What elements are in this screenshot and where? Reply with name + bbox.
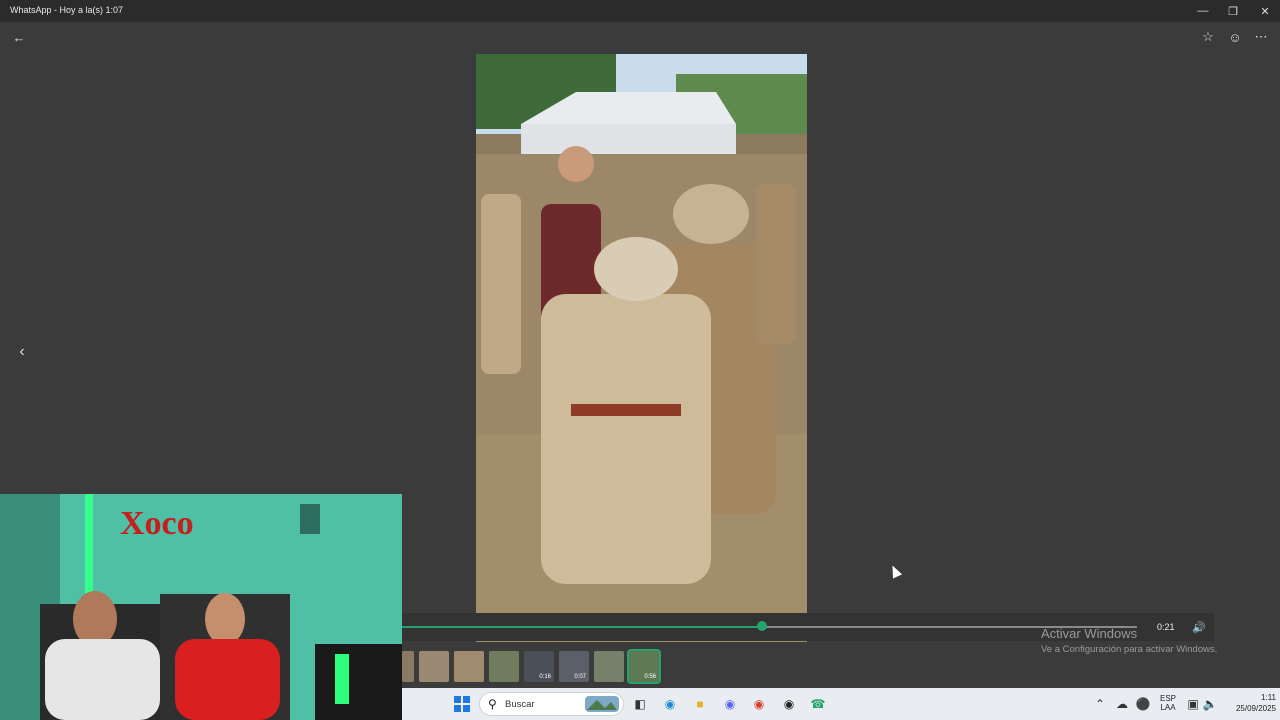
activation-title: Activar Windows xyxy=(1041,626,1138,641)
video-frame[interactable] xyxy=(476,54,807,642)
thumbnail-item[interactable]: 0:16 xyxy=(524,651,554,682)
discord-button[interactable]: ◉ xyxy=(720,694,740,714)
star-icon: ☆ xyxy=(1202,29,1214,44)
clock-date: 25/09/2025 xyxy=(1235,704,1276,713)
close-button[interactable]: ✕ xyxy=(1250,0,1280,22)
folder-icon: ■ xyxy=(696,697,704,711)
network-icon: ▣ xyxy=(1187,697,1199,711)
restore-button[interactable]: ❐ xyxy=(1218,0,1248,22)
discord-icon: ◉ xyxy=(724,697,736,711)
volume-tray-button[interactable]: 🔈 xyxy=(1200,694,1220,714)
webcam-overlay: Xoco xyxy=(0,494,402,720)
app-icon: ◉ xyxy=(783,697,795,711)
video-scene-image xyxy=(476,54,807,642)
progress-handle[interactable] xyxy=(757,621,767,631)
minimize-button[interactable]: — xyxy=(1188,0,1218,22)
progress-fill xyxy=(402,626,762,628)
task-view-icon: ◧ xyxy=(634,697,646,711)
language-code: ESP xyxy=(1160,694,1177,703)
app-button[interactable]: ◉ xyxy=(779,694,799,714)
windows-logo-icon xyxy=(454,696,470,712)
svg-text:Xoco: Xoco xyxy=(120,505,194,542)
restore-icon: ❐ xyxy=(1228,5,1238,18)
cloud-icon: ☁ xyxy=(1116,697,1128,711)
chevron-left-icon: ‹ xyxy=(19,343,25,360)
show-hidden-icons-button[interactable]: ⌃ xyxy=(1090,694,1110,714)
thumbnail-item-selected[interactable]: 0:56 xyxy=(627,649,661,684)
clock-time: 1:11 xyxy=(1261,693,1276,702)
clock[interactable]: 1:11 25/09/2025 xyxy=(1224,693,1276,713)
arrow-left-icon: ← xyxy=(12,29,26,45)
windows-activation-watermark: Activar Windows Ve a Configuración para … xyxy=(1041,626,1217,655)
thumbnail-item[interactable] xyxy=(419,651,449,682)
task-view-button[interactable]: ◧ xyxy=(630,694,650,714)
star-button[interactable]: ☆ xyxy=(1197,28,1219,46)
more-options-button[interactable]: ⋯ xyxy=(1250,28,1272,46)
start-button[interactable] xyxy=(452,694,472,714)
thumbnail-item[interactable] xyxy=(489,651,519,682)
webcam-scene-image: Xoco xyxy=(0,494,402,720)
edge-icon: ◉ xyxy=(664,697,676,711)
more-icon: ⋯ xyxy=(1254,29,1268,44)
title-bar: WhatsApp - Hoy a la(s) 1:07 — ❐ ✕ xyxy=(0,0,1280,22)
search-highlight-image xyxy=(585,696,619,712)
microphone-button[interactable]: ⚫ xyxy=(1133,694,1153,714)
minimize-icon: — xyxy=(1197,5,1209,17)
search-placeholder: Buscar xyxy=(505,699,535,710)
taskbar-search-input[interactable]: ⚲ Buscar xyxy=(479,692,624,716)
search-icon: ⚲ xyxy=(488,697,497,711)
chrome-button[interactable]: ◉ xyxy=(749,694,769,714)
chevron-up-icon: ⌃ xyxy=(1094,697,1106,711)
thumbnail-item[interactable]: 0:07 xyxy=(559,651,589,682)
microphone-icon: ⚫ xyxy=(1135,697,1151,711)
file-explorer-button[interactable]: ■ xyxy=(690,694,710,714)
close-icon: ✕ xyxy=(1260,5,1270,18)
onedrive-button[interactable]: ☁ xyxy=(1112,694,1132,714)
media-thumbnail-strip: 0:16 0:07 0:56 xyxy=(402,649,661,684)
language-indicator[interactable]: ESP LAA xyxy=(1160,694,1176,712)
windows-taskbar: ⚲ Buscar ◧ ◉ ■ ◉ ◉ ◉ ☎ ⌃ ☁ ⚫ ESP LAA ▣ 🔈… xyxy=(402,688,1280,720)
activation-subtitle: Ve a Configuración para activar Windows. xyxy=(1041,644,1218,655)
keyboard-layout: LAA xyxy=(1160,703,1176,712)
emoji-icon: ☺ xyxy=(1228,29,1242,45)
window-title: WhatsApp - Hoy a la(s) 1:07 xyxy=(10,5,124,15)
whatsapp-icon: ☎ xyxy=(810,697,826,711)
thumbnail-item[interactable] xyxy=(454,651,484,682)
react-button[interactable]: ☺ xyxy=(1224,28,1246,46)
thumbnail-item[interactable] xyxy=(402,651,414,682)
edge-button[interactable]: ◉ xyxy=(660,694,680,714)
speaker-icon: 🔈 xyxy=(1202,697,1218,711)
whatsapp-button[interactable]: ☎ xyxy=(808,694,828,714)
previous-media-button[interactable]: ‹ xyxy=(12,340,32,364)
chrome-icon: ◉ xyxy=(753,697,765,711)
back-button[interactable]: ← xyxy=(8,28,30,46)
thumbnail-item[interactable] xyxy=(594,651,624,682)
